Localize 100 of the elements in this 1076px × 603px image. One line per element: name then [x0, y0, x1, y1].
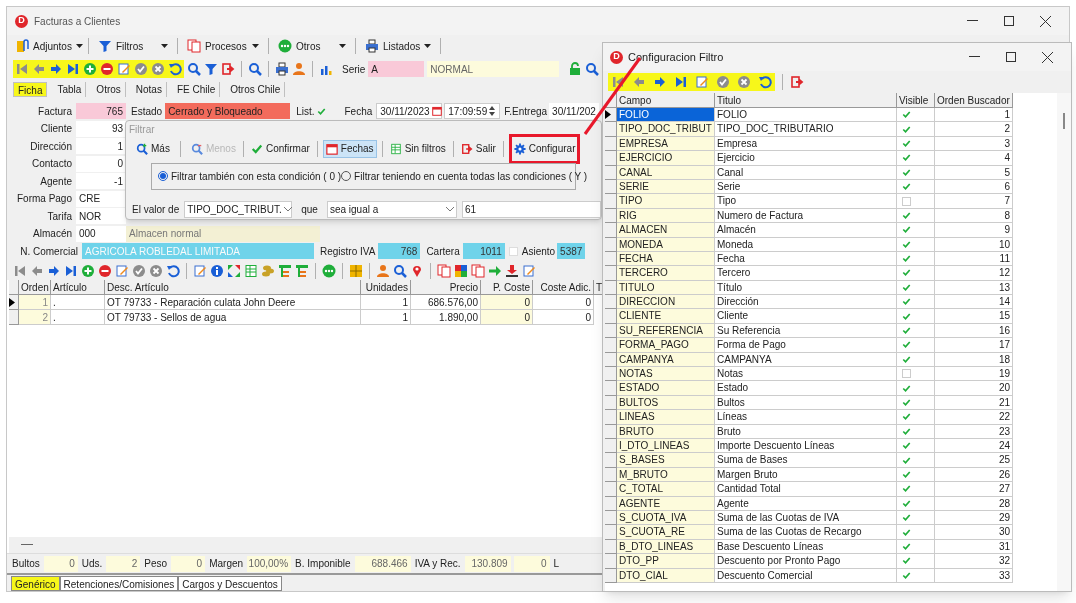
pencil-icon[interactable]	[115, 264, 129, 278]
undo-icon[interactable]	[166, 264, 180, 278]
column-header[interactable]: Orden Buscador	[935, 93, 1013, 108]
radio-option[interactable]: Filtrar también con esta condición ( 0 )	[158, 168, 342, 184]
toolbar-button[interactable]: Confirmar	[248, 139, 312, 158]
checkbox[interactable]	[902, 412, 911, 422]
plus-icon[interactable]	[81, 264, 95, 278]
tab[interactable]: Otros	[92, 81, 126, 97]
menu-button[interactable]: Otros	[276, 36, 348, 56]
right-arrow-icon[interactable]	[653, 75, 667, 89]
checkbox[interactable]	[902, 513, 911, 523]
delivery-date-field[interactable]: 30/11/202	[549, 103, 599, 119]
radio-option[interactable]: Filtrar teniendo en cuenta todas las condiciones ( Y )	[341, 168, 588, 184]
toolbar-button[interactable]: Configurar	[511, 139, 578, 158]
minimize-icon[interactable]	[969, 56, 980, 58]
skip-start-icon[interactable]	[611, 75, 625, 89]
tab[interactable]: Notas	[131, 81, 167, 97]
minus-icon[interactable]	[98, 264, 112, 278]
scrollbar-thumb[interactable]	[1063, 113, 1065, 129]
exit-icon[interactable]	[790, 75, 804, 89]
checkbox[interactable]	[902, 541, 911, 551]
value-field[interactable]: 0	[76, 155, 126, 172]
checkbox[interactable]	[902, 484, 911, 494]
column-header[interactable]: Titulo	[715, 93, 897, 108]
checkbox[interactable]	[902, 282, 911, 292]
value-field[interactable]: 1	[76, 138, 126, 154]
value-field[interactable]: 000	[76, 225, 126, 242]
checkbox[interactable]	[902, 441, 911, 451]
serie-code-field[interactable]: A	[368, 61, 425, 77]
status-field[interactable]: Cerrado y Bloqueado	[165, 103, 291, 119]
expand-icon[interactable]	[227, 264, 241, 278]
tab[interactable]: Cargos y Descuentos	[178, 576, 282, 591]
menu-button[interactable]: Filtros	[96, 36, 170, 56]
tab[interactable]: Retenciones/Comisiones	[59, 576, 179, 591]
tab[interactable]: Tabla	[53, 81, 87, 97]
menu-button[interactable]: Procesos	[185, 36, 261, 56]
checkbox[interactable]	[902, 110, 911, 120]
search-icon[interactable]	[393, 264, 407, 278]
plus-icon[interactable]	[83, 62, 97, 76]
value-field[interactable]: 93	[76, 120, 126, 137]
left-arrow-icon[interactable]	[32, 62, 46, 76]
checkbox[interactable]	[902, 311, 911, 321]
checkbox[interactable]	[902, 383, 911, 393]
pencil-icon[interactable]	[117, 62, 131, 76]
person-icon[interactable]	[376, 264, 390, 278]
pencil-icon[interactable]	[695, 75, 709, 89]
checkbox[interactable]	[902, 455, 911, 465]
toolbar-button[interactable]: Fechas	[322, 139, 377, 158]
x-circle-icon[interactable]	[737, 75, 751, 89]
right-arrow-icon[interactable]	[47, 264, 61, 278]
calendar-icon[interactable]	[431, 106, 442, 116]
checkbox[interactable]	[902, 556, 911, 566]
download-icon[interactable]	[505, 264, 519, 278]
skip-end-icon[interactable]	[66, 62, 80, 76]
checkbox[interactable]	[902, 268, 911, 278]
column-header[interactable]: Precio	[411, 280, 481, 295]
checkbox[interactable]	[902, 354, 911, 364]
checkbox[interactable]	[902, 210, 911, 220]
spinner-icon[interactable]	[488, 105, 497, 117]
toolbar-button[interactable]: Sin filtros	[387, 139, 448, 158]
checkbox[interactable]	[902, 527, 911, 537]
checkbox[interactable]	[902, 340, 911, 350]
documents-icon[interactable]	[471, 264, 485, 278]
skip-start-icon[interactable]	[13, 264, 27, 278]
minimize-icon[interactable]	[967, 20, 978, 22]
column-header[interactable]: Artículo	[51, 280, 105, 295]
checkbox[interactable]	[902, 239, 911, 249]
skip-start-icon[interactable]	[15, 62, 29, 76]
checkbox[interactable]	[902, 225, 911, 235]
coins-icon[interactable]	[261, 264, 275, 278]
entry-field[interactable]: 5387	[557, 243, 586, 259]
row-indicator[interactable]	[605, 108, 617, 123]
tab[interactable]: Ficha	[13, 81, 48, 97]
checkbox[interactable]	[902, 254, 911, 264]
menu-button[interactable]: Adjuntos	[13, 36, 81, 56]
table-icon[interactable]	[244, 264, 258, 278]
checkbox[interactable]	[902, 124, 911, 134]
field-dropdown[interactable]: TIPO_DOC_TRIBUT.	[184, 200, 293, 218]
column-header[interactable]: Desc. Artículo	[105, 280, 361, 295]
column-header[interactable]: Coste Adic.	[533, 280, 594, 295]
maximize-icon[interactable]	[1006, 52, 1016, 62]
time-field[interactable]: 17:09:59	[444, 103, 501, 119]
check-circle-icon[interactable]	[716, 75, 730, 89]
skip-end-icon[interactable]	[674, 75, 688, 89]
documents-icon[interactable]	[437, 264, 451, 278]
checkbox[interactable]	[902, 498, 911, 508]
minus-icon[interactable]	[100, 62, 114, 76]
grid-icon[interactable]	[349, 264, 363, 278]
close-icon[interactable]	[1042, 51, 1053, 63]
operator-dropdown[interactable]: sea igual a	[326, 200, 457, 218]
vat-register-field[interactable]: 768	[378, 243, 421, 259]
check-circle-icon[interactable]	[132, 264, 146, 278]
value-field[interactable]: -1	[76, 173, 126, 189]
toolbar-button[interactable]: Más	[134, 139, 172, 158]
checkbox[interactable]	[902, 196, 911, 206]
column-header[interactable]: Unidades	[361, 280, 411, 295]
close-icon[interactable]	[1040, 15, 1051, 27]
menu-button[interactable]: Listados	[363, 36, 433, 56]
checkbox[interactable]	[902, 570, 911, 580]
toolbar-button[interactable]: Salir	[458, 139, 498, 158]
